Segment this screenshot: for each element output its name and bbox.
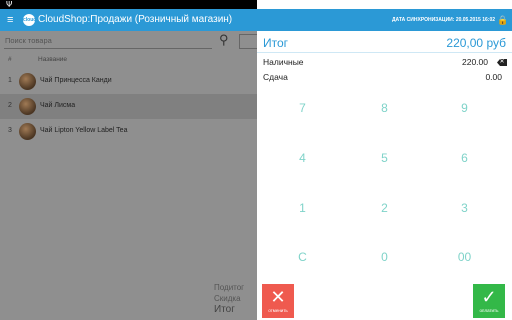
column-number: # xyxy=(8,56,12,63)
key-3[interactable]: 3 xyxy=(422,183,507,233)
product-thumbnail xyxy=(19,73,36,90)
row-number: 1 xyxy=(8,77,12,84)
row-number: 3 xyxy=(8,127,12,134)
cash-value[interactable]: 220.00 xyxy=(462,57,488,67)
key-double-zero[interactable]: 00 xyxy=(422,232,507,282)
payment-panel: Итог 220,00 руб Наличные 220.00 ✕ Сдача … xyxy=(257,31,512,320)
key-clear[interactable]: C xyxy=(260,232,345,282)
total-label: Итог xyxy=(214,304,235,315)
search-bar: Поиск товара ⚲ xyxy=(0,31,259,51)
discount-label: Скидка xyxy=(214,294,241,303)
table-row[interactable]: 2 Чай Лисма xyxy=(0,94,257,119)
row-number: 2 xyxy=(8,102,12,109)
usb-icon: Ψ xyxy=(6,0,13,9)
sync-date-label: ДАТА СИНХРОНИЗАЦИИ: 20.05.2015 16:02 xyxy=(392,17,496,23)
payment-actions: ✕ отменить ✓ оплатить xyxy=(257,283,512,320)
change-value: 0.00 xyxy=(485,72,502,82)
numeric-keypad: 7 8 9 4 5 6 1 2 3 C 0 00 xyxy=(257,83,512,283)
product-thumbnail xyxy=(19,123,36,140)
payment-total-value: 220,00 руб xyxy=(446,36,506,50)
change-label: Сдача xyxy=(263,72,288,82)
key-6[interactable]: 6 xyxy=(422,133,507,183)
subtotal-label: Подитог xyxy=(214,283,245,292)
search-underline xyxy=(4,48,212,49)
key-2[interactable]: 2 xyxy=(342,183,427,233)
system-status-bar: Ψ ◥ 77% 16:04 xyxy=(0,0,512,9)
key-7[interactable]: 7 xyxy=(260,83,345,133)
battery-percent: 77% xyxy=(265,0,281,9)
cancel-label: отменить xyxy=(268,308,288,313)
table-row[interactable]: 1 Чай Принцесса Канди xyxy=(0,69,257,94)
search-input[interactable]: Поиск товара xyxy=(5,36,52,45)
close-icon: ✕ xyxy=(270,287,286,307)
key-0[interactable]: 0 xyxy=(342,232,427,282)
product-thumbnail xyxy=(19,98,36,115)
filter-button[interactable] xyxy=(239,34,259,49)
cloudshop-logo: cloud xyxy=(23,14,36,26)
payment-total-header: Итог 220,00 руб xyxy=(257,31,512,53)
cash-row[interactable]: Наличные 220.00 ✕ xyxy=(257,55,512,69)
pay-button[interactable]: ✓ оплатить xyxy=(473,284,505,318)
change-row: Сдача 0.00 xyxy=(257,70,512,84)
key-5[interactable]: 5 xyxy=(342,133,427,183)
product-name: Чай Лисма xyxy=(40,102,76,109)
table-row[interactable]: 3 Чай Lipton Yellow Label Tea xyxy=(0,119,257,144)
checkmark-icon: ✓ xyxy=(481,287,497,307)
app-title: CloudShop:Продажи (Розничный магазин) xyxy=(38,14,233,25)
items-table-header: # Название xyxy=(0,51,257,69)
column-name: Название xyxy=(38,56,68,63)
lock-icon[interactable]: 🔒 xyxy=(497,15,508,25)
product-name: Чай Lipton Yellow Label Tea xyxy=(40,127,128,134)
key-1[interactable]: 1 xyxy=(260,183,345,233)
payment-total-label: Итог xyxy=(263,36,289,50)
pay-label: оплатить xyxy=(479,308,499,313)
clock: 16:04 xyxy=(293,0,318,9)
key-4[interactable]: 4 xyxy=(260,133,345,183)
app-bar: ≡ cloud CloudShop:Продажи (Розничный маг… xyxy=(0,9,512,31)
key-9[interactable]: 9 xyxy=(422,83,507,133)
hamburger-menu-icon[interactable]: ≡ xyxy=(7,14,13,26)
product-name: Чай Принцесса Канди xyxy=(40,77,112,84)
search-icon[interactable]: ⚲ xyxy=(219,33,229,47)
battery-icon xyxy=(283,0,289,9)
key-8[interactable]: 8 xyxy=(342,83,427,133)
backspace-icon[interactable]: ✕ xyxy=(497,59,507,66)
wifi-icon: ◥ xyxy=(257,0,263,9)
cancel-button[interactable]: ✕ отменить xyxy=(262,284,294,318)
sale-items-panel: Поиск товара ⚲ # Название 1 Чай Принцесс… xyxy=(0,31,259,320)
totals-summary: Подитог Скидка Итог xyxy=(214,282,244,315)
cash-label: Наличные xyxy=(263,57,304,67)
